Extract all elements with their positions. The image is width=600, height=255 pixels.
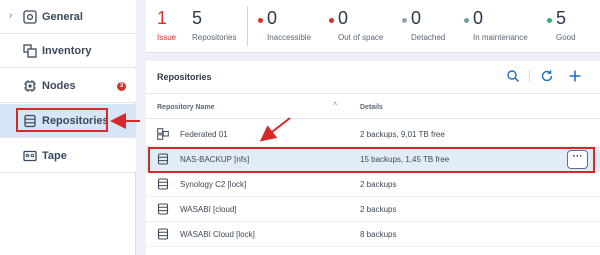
stat-label: Issue: [157, 33, 177, 42]
stat-label: Repositories: [192, 33, 237, 42]
federated-repo-icon: [157, 128, 169, 140]
stat-value: 5: [192, 8, 203, 28]
stat-repositories[interactable]: 5 Repositories: [192, 8, 236, 42]
status-dot-icon: [402, 18, 407, 23]
stat-label: Inaccessible: [267, 33, 312, 42]
database-icon: [157, 178, 169, 190]
stat-value: 0: [411, 8, 422, 28]
repository-details: 2 backups: [360, 205, 397, 214]
table-row[interactable]: Federated 01 2 backups, 9,01 TB free: [146, 122, 600, 147]
summary-bar: 1 Issue 5 Repositories 0 Inaccessible 0 …: [146, 0, 600, 53]
stat-value: 0: [267, 8, 278, 28]
panel-title: Repositories: [157, 72, 212, 82]
database-icon: [157, 203, 169, 215]
chevron-right-icon[interactable]: ›: [9, 10, 12, 21]
stat-label: Detached: [411, 33, 446, 42]
status-dot-icon: [258, 18, 263, 23]
column-header-details[interactable]: Details: [360, 104, 383, 111]
repository-details: 8 backups: [360, 230, 397, 239]
repository-name: WASABI Cloud [lock]: [180, 230, 255, 239]
stat-inaccessible[interactable]: 0 Inaccessible: [258, 8, 311, 42]
stat-good[interactable]: 5 Good: [547, 8, 576, 42]
stat-detached[interactable]: 0 Detached: [402, 8, 445, 42]
inventory-icon: [23, 44, 37, 58]
annotation-highlight-box: [148, 147, 595, 173]
stat-value: 5: [556, 8, 567, 28]
tape-icon: [23, 150, 37, 162]
repository-name: Synology C2 [lock]: [180, 180, 247, 189]
status-dot-icon: [329, 18, 334, 23]
repository-details: 2 backups, 9,01 TB free: [360, 130, 445, 139]
sort-ascending-icon[interactable]: ^: [333, 102, 337, 109]
divider: [146, 118, 600, 119]
divider: [247, 6, 248, 46]
repository-details: 2 backups: [360, 180, 397, 189]
notification-badge: 3: [117, 82, 126, 91]
table-row[interactable]: WASABI [cloud] 2 backups: [146, 197, 600, 222]
settings-icon: [23, 10, 37, 24]
refresh-icon[interactable]: [540, 69, 554, 83]
stat-out-of-space[interactable]: 0 Out of space: [329, 8, 383, 42]
stat-value: 1: [157, 8, 168, 28]
chip-icon: [24, 80, 36, 92]
divider: [529, 70, 530, 82]
table-row[interactable]: WASABI Cloud [lock] 8 backups: [146, 222, 600, 247]
sidebar-item-label: Nodes: [42, 80, 76, 92]
sidebar-item-general[interactable]: › General: [0, 0, 136, 34]
table-row[interactable]: Synology C2 [lock] 2 backups: [146, 172, 600, 197]
sidebar-item-nodes[interactable]: Nodes: [0, 69, 136, 103]
sidebar-item-tape[interactable]: Tape: [0, 139, 136, 173]
stat-label: In maintenance: [473, 33, 528, 42]
more-actions-button[interactable]: ···: [567, 150, 588, 169]
annotation-highlight-box: [16, 108, 108, 132]
search-icon[interactable]: [506, 69, 520, 83]
database-icon: [157, 228, 169, 240]
add-icon[interactable]: [568, 69, 582, 83]
status-dot-icon: [547, 18, 552, 23]
repository-name: WASABI [cloud]: [180, 205, 237, 214]
stat-label: Good: [556, 33, 576, 42]
stat-value: 0: [473, 8, 484, 28]
stat-label: Out of space: [338, 33, 384, 42]
sidebar-item-label: Tape: [42, 150, 67, 162]
stat-issue[interactable]: 1 Issue: [157, 8, 176, 42]
sidebar-item-label: General: [42, 11, 83, 23]
sidebar-item-inventory[interactable]: Inventory: [0, 34, 136, 68]
stat-in-maintenance[interactable]: 0 In maintenance: [464, 8, 528, 42]
stat-value: 0: [338, 8, 349, 28]
divider: [146, 93, 600, 94]
column-header-name[interactable]: Repository Name: [157, 104, 215, 111]
sidebar-item-label: Inventory: [42, 45, 92, 57]
repository-name: Federated 01: [180, 130, 228, 139]
status-dot-icon: [464, 18, 469, 23]
